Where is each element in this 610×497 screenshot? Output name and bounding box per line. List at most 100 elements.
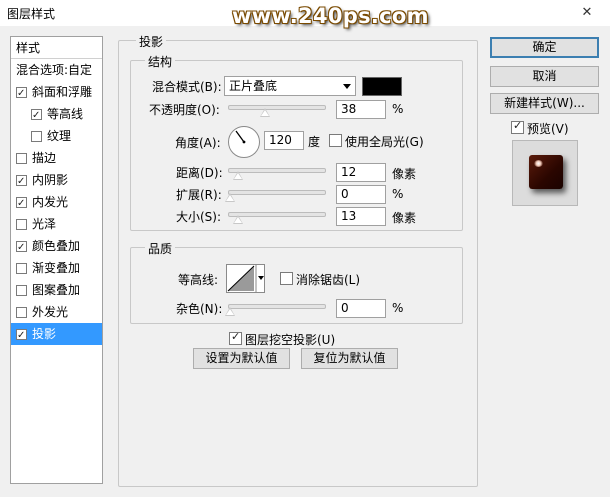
noise-unit: % [392, 301, 404, 315]
sidebar-item-outer-glow[interactable]: 外发光 [11, 301, 102, 323]
sidebar-item-label: 内发光 [32, 195, 69, 209]
size-unit: 像素 [392, 211, 417, 225]
opacity-slider-thumb[interactable] [260, 108, 270, 117]
noise-slider[interactable] [228, 304, 326, 309]
checkbox-icon[interactable] [16, 263, 27, 274]
sidebar-item-label: 渐变叠加 [32, 261, 81, 275]
new-style-button[interactable]: 新建样式(W)... [490, 93, 599, 114]
sidebar-item-label: 图案叠加 [32, 283, 81, 297]
checkbox-icon[interactable] [16, 307, 27, 318]
sidebar-item-inner-shadow[interactable]: 内阴影 [11, 169, 102, 193]
checkbox-icon[interactable] [16, 83, 27, 105]
title-bar: 图层样式 www.240ps.com ✕ [0, 0, 610, 28]
opacity-slider[interactable] [228, 105, 326, 110]
chevron-down-icon [343, 84, 351, 89]
size-label: 大小(S): [176, 210, 222, 224]
sidebar-item-bevel-emboss[interactable]: 斜面和浮雕 [11, 81, 102, 105]
preview-swatch-image [529, 155, 563, 189]
noise-input[interactable]: 0 [336, 299, 386, 318]
sidebar-item-stroke[interactable]: 描边 [11, 147, 102, 169]
style-list-header: 样式 [11, 37, 102, 59]
sidebar-item-label: 外发光 [32, 305, 69, 319]
close-icon[interactable]: ✕ [578, 4, 596, 21]
knockout-checkbox[interactable] [229, 330, 242, 345]
sidebar-item-gradient-overlay[interactable]: 渐变叠加 [11, 257, 102, 279]
ok-button[interactable]: 确定 [490, 37, 599, 58]
opacity-unit: % [392, 102, 404, 116]
checkbox-icon[interactable] [31, 131, 42, 142]
spread-input[interactable]: 0 [336, 185, 386, 204]
blend-mode-value: 正片叠底 [229, 79, 278, 93]
anti-alias-label: 消除锯齿(L) [296, 273, 361, 287]
checkbox-icon[interactable] [31, 105, 42, 127]
contour-picker[interactable] [226, 264, 265, 293]
opacity-input[interactable]: 38 [336, 100, 386, 119]
angle-dial-icon [235, 130, 246, 144]
sidebar-item-texture[interactable]: 纹理 [11, 125, 102, 147]
size-slider-thumb[interactable] [233, 215, 243, 224]
angle-input[interactable]: 120 [264, 131, 304, 150]
cancel-button[interactable]: 取消 [490, 66, 599, 87]
spread-unit: % [392, 187, 404, 201]
noise-label: 杂色(N): [176, 302, 223, 316]
make-default-button[interactable]: 设置为默认值 [193, 348, 290, 369]
sidebar-item-label: 斜面和浮雕 [32, 85, 93, 99]
angle-dial[interactable] [228, 126, 260, 158]
use-global-light-label: 使用全局光(G) [345, 135, 424, 149]
reset-default-button[interactable]: 复位为默认值 [301, 348, 398, 369]
blend-mode-select[interactable]: 正片叠底 [224, 76, 356, 96]
sidebar-item-label: 描边 [32, 151, 57, 165]
spread-slider[interactable] [228, 190, 326, 195]
spread-slider-thumb[interactable] [225, 193, 235, 202]
distance-slider-thumb[interactable] [233, 171, 243, 180]
sidebar-item-drop-shadow[interactable]: 投影 [11, 323, 102, 347]
drop-shadow-group-title: 投影 [136, 33, 167, 50]
knockout-label: 图层挖空投影(U) [245, 333, 336, 347]
checkbox-icon[interactable] [16, 219, 27, 230]
opacity-label: 不透明度(O): [149, 103, 220, 117]
sidebar-item-label: 纹理 [47, 129, 72, 143]
style-preview [512, 140, 578, 206]
sidebar-item-color-overlay[interactable]: 颜色叠加 [11, 235, 102, 259]
window-title: 图层样式 [7, 7, 56, 21]
sidebar-item-contour[interactable]: 等高线 [11, 103, 102, 127]
style-list-header-label: 样式 [16, 41, 41, 55]
sidebar-item-label: 颜色叠加 [32, 239, 81, 253]
size-input[interactable]: 13 [336, 207, 386, 226]
sidebar-item-pattern-overlay[interactable]: 图案叠加 [11, 279, 102, 301]
structure-group-title: 结构 [145, 53, 176, 70]
checkbox-icon[interactable] [16, 153, 27, 164]
distance-label: 距离(D): [176, 166, 223, 180]
checkbox-icon[interactable] [16, 193, 27, 215]
spread-label: 扩展(R): [176, 188, 222, 202]
angle-label: 角度(A): [175, 136, 221, 150]
distance-input[interactable]: 12 [336, 163, 386, 182]
distance-unit: 像素 [392, 167, 417, 181]
angle-unit: 度 [308, 135, 321, 149]
sidebar-item-label: 内阴影 [32, 173, 69, 187]
anti-alias-checkbox[interactable] [280, 272, 293, 285]
preview-label: 预览(V) [527, 122, 569, 136]
sidebar-item-label: 混合选项:自定 [16, 63, 93, 77]
contour-curve-icon [227, 264, 264, 293]
sidebar-item-label: 等高线 [47, 107, 84, 121]
sidebar-item-inner-glow[interactable]: 内发光 [11, 191, 102, 215]
checkbox-icon[interactable] [16, 325, 27, 347]
checkbox-icon[interactable] [16, 171, 27, 193]
shadow-color-swatch[interactable] [362, 77, 402, 96]
use-global-light-checkbox[interactable] [329, 134, 342, 147]
checkbox-icon[interactable] [16, 237, 27, 259]
sidebar-item-blending-options[interactable]: 混合选项:自定 [11, 59, 102, 81]
preview-highlight [534, 160, 543, 167]
sidebar-item-label: 投影 [32, 327, 57, 341]
noise-slider-thumb[interactable] [225, 307, 235, 316]
contour-label: 等高线: [178, 273, 219, 287]
checkbox-icon[interactable] [16, 285, 27, 296]
watermark-text: www.240ps.com [232, 4, 429, 28]
blend-mode-label: 混合模式(B): [152, 80, 222, 94]
quality-group-title: 品质 [145, 240, 176, 257]
sidebar-item-satin[interactable]: 光泽 [11, 213, 102, 235]
sidebar-item-label: 光泽 [32, 217, 57, 231]
preview-checkbox[interactable] [511, 119, 524, 134]
style-list: 样式 混合选项:自定 斜面和浮雕 等高线 纹理 描边 内阴影 内发光 光泽 颜色… [10, 36, 103, 484]
